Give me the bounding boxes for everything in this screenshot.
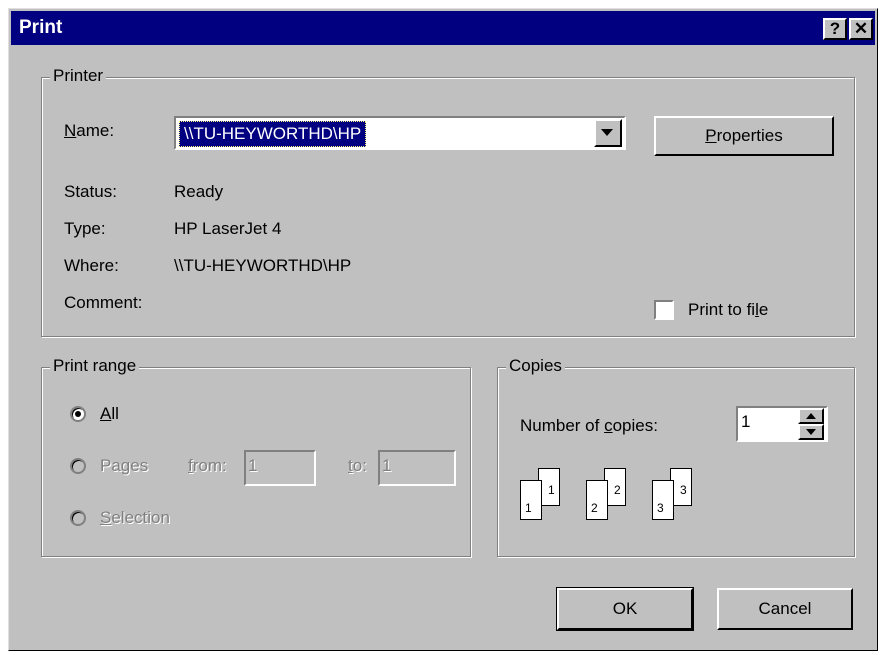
ok-button[interactable]: OK [556,587,694,631]
name-label: Name: [64,121,115,140]
spin-down-arrow-icon [806,429,816,435]
where-label: Where: [64,256,119,275]
properties-button[interactable]: Properties [654,116,834,156]
pages-label[interactable]: Pages [100,456,148,476]
printer-group: Printer Name: \\TU-HEYWORTHD\HP Properti… [41,66,855,337]
comment-label: Comment: [64,293,143,312]
status-value: Ready [174,182,224,201]
title-bar[interactable]: Print ? ✕ [11,11,875,45]
printer-group-label: Printer [50,66,107,86]
print-range-group: Print range All Pages from: 1 to: 1 Sele… [41,356,471,557]
pages-radio[interactable] [70,458,86,474]
help-button[interactable]: ? [823,18,847,40]
print-range-group-label: Print range [50,356,140,376]
spin-up-button[interactable] [798,408,824,424]
selection-radio[interactable] [70,510,86,526]
copies-value: 1 [741,412,751,431]
window-title: Print [19,17,63,38]
status-label: Status: [64,182,117,201]
collate-page-front-1: 1 [520,480,542,520]
collate-page-front-2: 2 [586,480,608,520]
close-button[interactable]: ✕ [849,18,873,40]
print-to-file-label[interactable]: Print to file [688,300,768,320]
from-label: from: [188,456,227,475]
dropdown-arrow-icon [601,129,613,136]
copies-group-label: Copies [506,356,565,376]
radio-selected-dot [75,411,81,417]
spin-down-button[interactable] [798,424,824,440]
all-label[interactable]: All [100,404,119,424]
selection-label[interactable]: Selection [100,508,170,528]
copies-input[interactable]: 1 [736,406,828,442]
copies-group: Copies Number of copies: 1 1 1 2 2 3 3 [497,356,855,557]
print-to-file-checkbox[interactable] [654,300,674,320]
to-page-input[interactable]: 1 [378,450,456,486]
printer-name-combobox[interactable]: \\TU-HEYWORTHD\HP [174,116,626,150]
type-label: Type: [64,219,106,238]
to-label: to: [348,456,367,475]
spin-up-arrow-icon [806,413,816,419]
where-value: \\TU-HEYWORTHD\HP [174,256,352,275]
dropdown-button[interactable] [594,119,622,147]
collate-illustration: 1 1 2 2 3 3 [520,468,730,530]
collate-page-front-3: 3 [652,480,674,520]
type-value: HP LaserJet 4 [174,219,282,238]
all-radio[interactable] [70,406,86,422]
print-dialog: Print ? ✕ Printer Name: \\TU-HEYWORTHD\H… [8,8,878,651]
from-page-input[interactable]: 1 [244,450,316,486]
printer-name-value: \\TU-HEYWORTHD\HP [179,121,367,147]
cancel-button[interactable]: Cancel [717,588,853,630]
number-of-copies-label: Number of copies: [520,416,658,435]
